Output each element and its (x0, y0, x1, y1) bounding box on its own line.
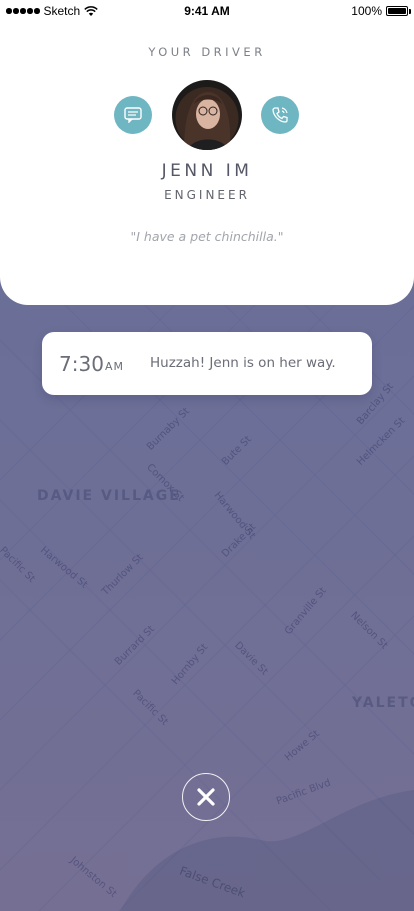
eta-card: 7:30 AM Huzzah! Jenn is on her way. (42, 332, 372, 395)
eta-message: Huzzah! Jenn is on her way. (150, 355, 336, 371)
battery-icon (386, 6, 411, 16)
driver-avatar (172, 80, 242, 150)
close-button[interactable] (182, 773, 230, 821)
battery-percent: 100% (351, 4, 382, 18)
district-label: YALETO (352, 695, 414, 711)
chat-bubble-icon (124, 107, 142, 123)
eta-time: 7:30 (59, 352, 104, 376)
status-right: 100% (351, 4, 411, 18)
driver-quote: "I have a pet chinchilla." (130, 229, 284, 244)
driver-role: ENGINEER (164, 188, 250, 202)
status-bar: Sketch 9:41 AM 100% (0, 0, 414, 22)
driver-name: JENN IM (161, 161, 253, 181)
card-heading: YOUR DRIVER (148, 45, 266, 59)
eta-ampm: AM (105, 360, 125, 373)
phone-icon (272, 107, 288, 123)
close-icon (197, 788, 215, 806)
driver-card: Sketch 9:41 AM 100% YOUR DRIVER JENN IM … (0, 0, 414, 305)
call-button[interactable] (261, 96, 299, 134)
message-button[interactable] (114, 96, 152, 134)
district-label: DAVIE VILLAGE (37, 488, 181, 504)
avatar-image (184, 92, 231, 150)
